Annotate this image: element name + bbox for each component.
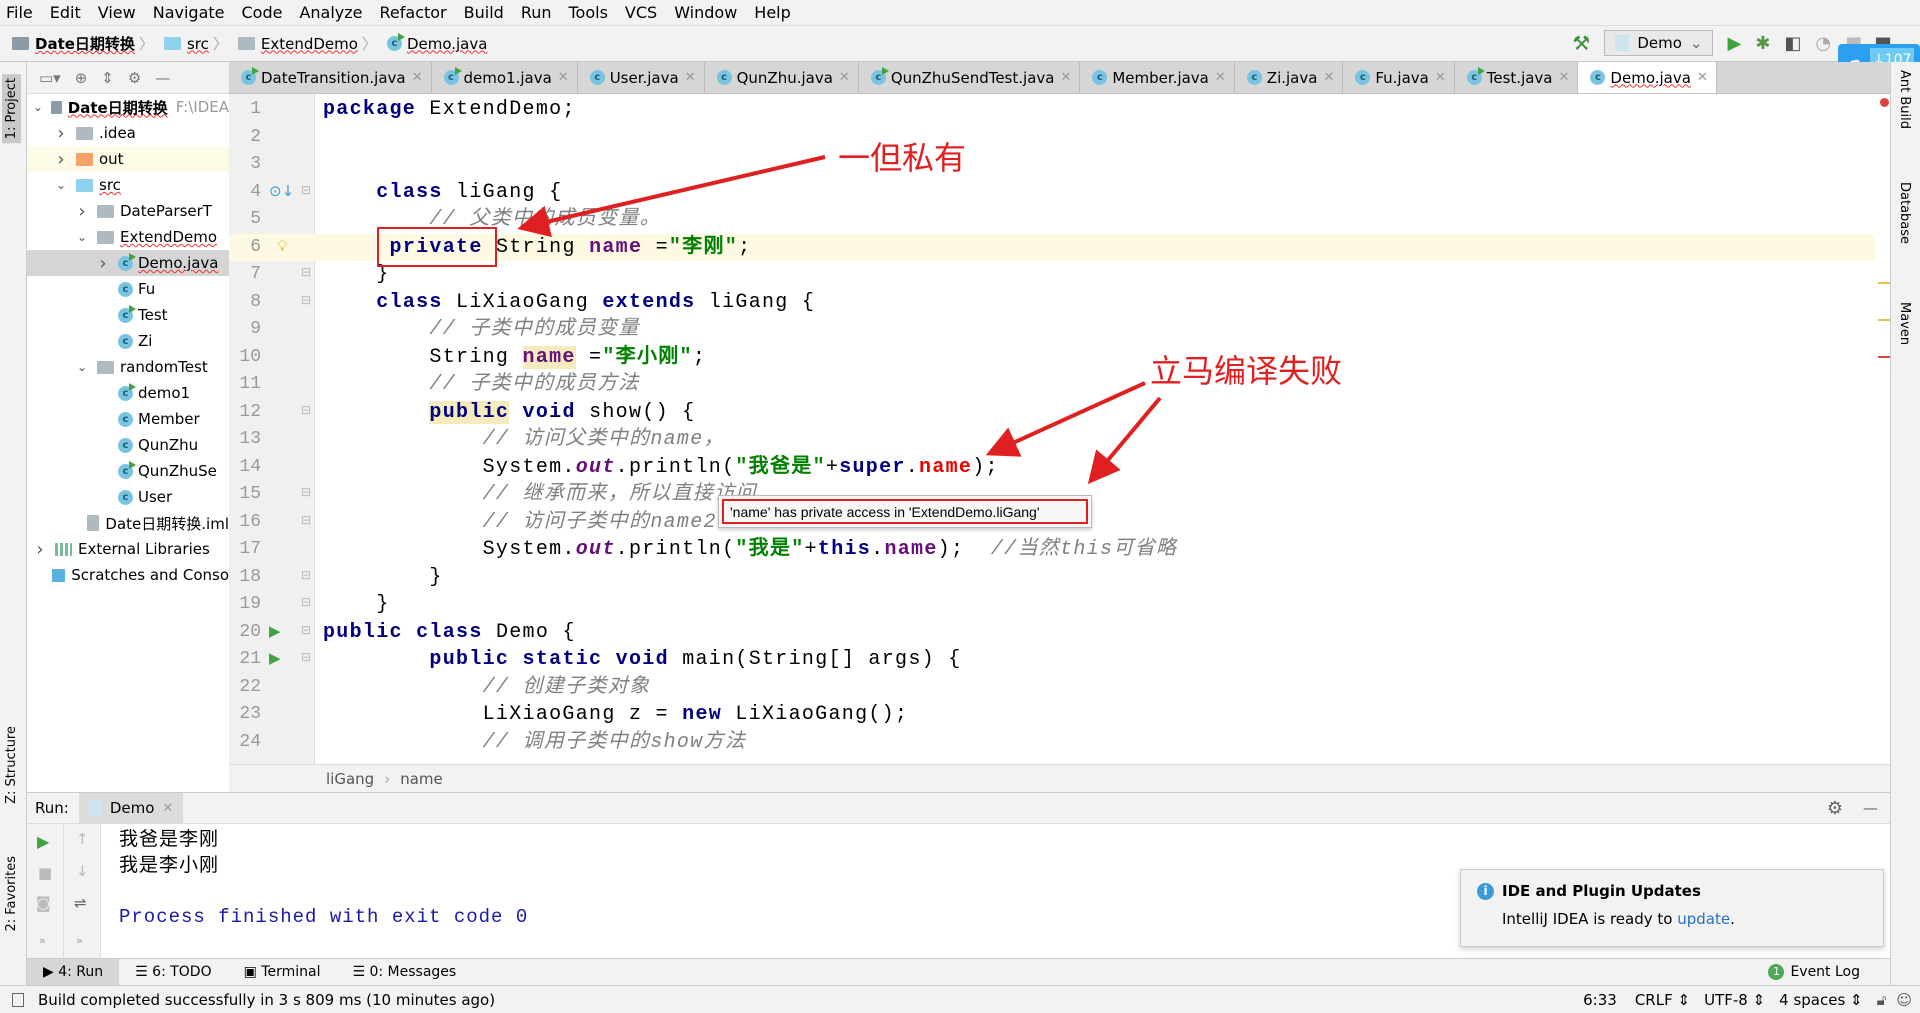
run-console-toolbar: ▶ ■ ◙ » (27, 824, 64, 958)
event-log-count: 1 (1768, 964, 1785, 980)
run-label: Run: (35, 799, 69, 817)
close-icon[interactable]: ✕ (162, 801, 173, 816)
indent-setting[interactable]: 4 spaces ⇕ (1779, 991, 1862, 1009)
tool-tab-database[interactable]: Database (1897, 182, 1912, 244)
event-log-button[interactable]: 1 Event Log (1768, 964, 1860, 980)
info-icon: i (1477, 882, 1494, 900)
stop-icon[interactable]: ■ (38, 864, 52, 882)
encoding-label: UTF-8 (1704, 990, 1748, 1009)
gear-icon[interactable]: ⚙ (1827, 798, 1843, 819)
run-tab-label: Demo (109, 799, 155, 817)
tool-tab-ant-build[interactable]: Ant Build (1897, 70, 1912, 129)
crumb-class[interactable]: liGang (326, 770, 374, 788)
tool-tab-maven[interactable]: Maven (1897, 302, 1912, 345)
minimize-icon[interactable]: — (1863, 799, 1878, 817)
config-icon (88, 800, 102, 816)
tab-label: 0: Messages (369, 963, 457, 980)
console-output-line: 我爸是李刚 (119, 829, 220, 851)
bottom-tool-tabs: ▶ 4: Run ☰ 6: TODO ▣ Terminal ☰ 0: Messa… (27, 958, 1890, 986)
caret-position[interactable]: 6:33 (1583, 991, 1617, 1009)
annotation-private: 一但私有 (838, 139, 967, 177)
update-link[interactable]: update (1677, 910, 1730, 928)
inspector-icon[interactable]: ☺ (1896, 991, 1912, 1009)
update-notification: i IDE and Plugin Updates IntelliJ IDEA is… (1460, 869, 1884, 947)
tab-label: 6: TODO (152, 963, 212, 980)
status-message: Build completed successfully in 3 s 809 … (38, 990, 496, 1009)
run-tab-demo[interactable]: Demo ✕ (78, 792, 184, 824)
annotation-compile-fail: 立马编译失败 (1150, 352, 1343, 390)
notification-suffix: . (1730, 910, 1735, 928)
rerun-icon[interactable]: ▶ (37, 832, 49, 851)
soft-wrap-icon[interactable]: ⇌ (74, 894, 87, 912)
more-icon[interactable]: » (76, 934, 83, 947)
indent-label: 4 spaces (1779, 990, 1846, 1009)
camera-icon[interactable]: ◙ (36, 894, 51, 912)
down-arrow-icon[interactable]: ↓ (76, 862, 89, 880)
tool-tab-run[interactable]: ▶ 4: Run (27, 958, 120, 986)
editor-error-stripe[interactable] (1878, 94, 1890, 764)
file-encoding[interactable]: UTF-8 ⇕ (1704, 991, 1765, 1009)
line-separator-label: CRLF (1634, 990, 1673, 1009)
status-toggle-icon[interactable] (12, 992, 24, 1007)
run-panel-header: Run: Demo ✕ ⚙ — (27, 792, 1890, 824)
right-tool-stripe: Ant Build Database Maven (1890, 62, 1920, 985)
event-log-label: Event Log (1790, 964, 1860, 980)
annotation-arrow (517, 155, 826, 238)
annotation-arrow (1087, 396, 1162, 485)
editor-breadcrumb: liGang › name (229, 764, 1890, 792)
console-exit-line: Process finished with exit code 0 (119, 906, 529, 928)
status-bar: Build completed successfully in 3 s 809 … (0, 985, 1920, 1013)
up-arrow-icon[interactable]: ↑ (76, 830, 89, 848)
notification-title: IDE and Plugin Updates (1502, 882, 1701, 900)
tab-label: 4: Run (58, 963, 104, 980)
line-separator[interactable]: CRLF ⇕ (1635, 991, 1690, 1009)
tool-tab-messages[interactable]: ☰ 0: Messages (336, 959, 472, 986)
lock-icon[interactable]: 🔓︎ (1877, 991, 1887, 1009)
tab-label: Terminal (261, 963, 321, 980)
run-console-toolbar-2: ↑ ↓ ⇌ » (64, 824, 101, 958)
error-indicator-icon[interactable] (1880, 98, 1889, 107)
tool-tab-terminal[interactable]: ▣ Terminal (228, 959, 337, 986)
tool-tab-todo[interactable]: ☰ 6: TODO (119, 959, 227, 986)
crumb-field[interactable]: name (400, 770, 443, 788)
private-highlight-box (377, 227, 497, 267)
console-output-line: 我是李小刚 (119, 855, 220, 877)
notification-text: IntelliJ IDEA is ready to (1502, 910, 1678, 928)
more-icon[interactable]: » (39, 934, 46, 947)
